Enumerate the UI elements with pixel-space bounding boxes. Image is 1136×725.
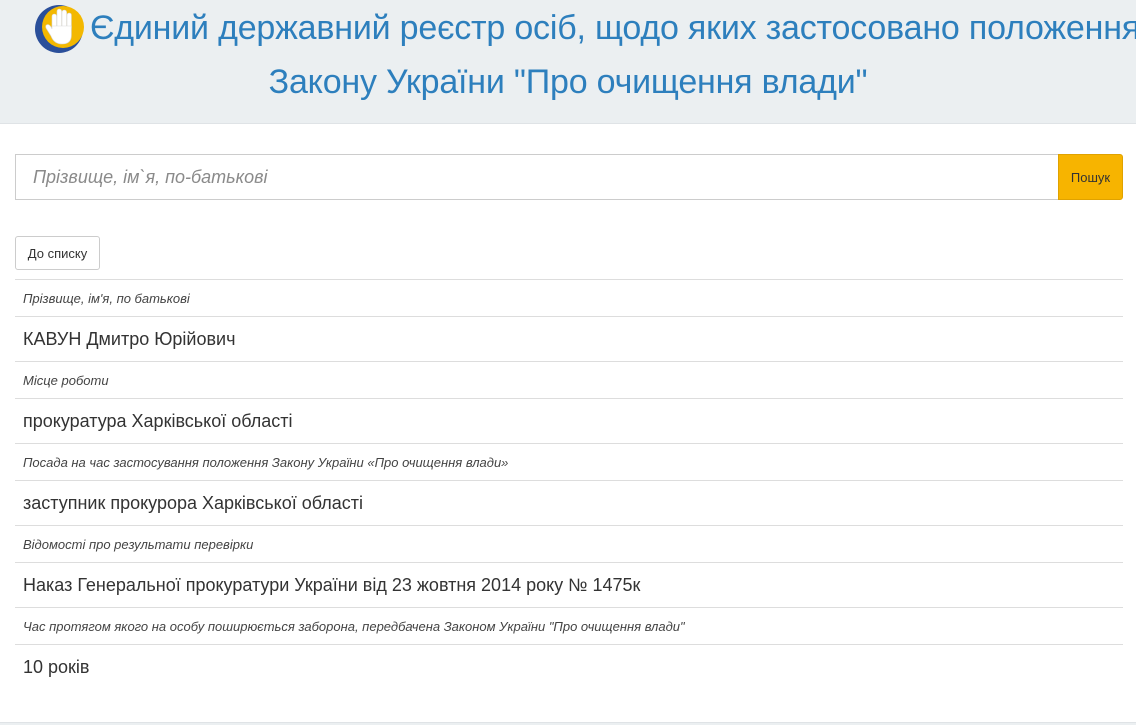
field-value-workplace: прокуратура Харківської області <box>15 398 1123 443</box>
page-title-line-1: Єдиний державний реєстр осіб, щодо яких … <box>90 9 1136 47</box>
person-details: Прізвище, ім'я, по батькові КАВУН Дмитро… <box>15 279 1123 689</box>
field-value-position: заступник прокурора Харківської області <box>15 480 1123 525</box>
content-panel: Пошук До списку Прізвище, ім'я, по батьк… <box>0 123 1136 723</box>
field-value-full-name: КАВУН Дмитро Юрійович <box>15 316 1123 361</box>
search-button[interactable]: Пошук <box>1058 154 1123 200</box>
field-label-ban-duration: Час протягом якого на особу поширюється … <box>15 607 1123 644</box>
field-label-workplace: Місце роботи <box>15 361 1123 398</box>
page-title-line-2: Закону України "Про очищення влади" <box>268 63 868 101</box>
field-label-full-name: Прізвище, ім'я, по батькові <box>15 279 1123 316</box>
field-value-ban-duration: 10 років <box>15 644 1123 689</box>
search-bar: Пошук <box>15 154 1123 200</box>
page-title: Єдиний державний реєстр осіб, щодо яких … <box>90 0 1136 109</box>
search-input[interactable] <box>15 154 1058 200</box>
hand-stop-icon <box>35 5 84 53</box>
field-label-position: Посада на час застосування положення Зак… <box>15 443 1123 480</box>
field-value-check-results: Наказ Генеральної прокуратури України ві… <box>15 562 1123 607</box>
field-label-check-results: Відомості про результати перевірки <box>15 525 1123 562</box>
page-header: Єдиний державний реєстр осіб, щодо яких … <box>0 0 1136 123</box>
back-to-list-button[interactable]: До списку <box>15 236 100 270</box>
